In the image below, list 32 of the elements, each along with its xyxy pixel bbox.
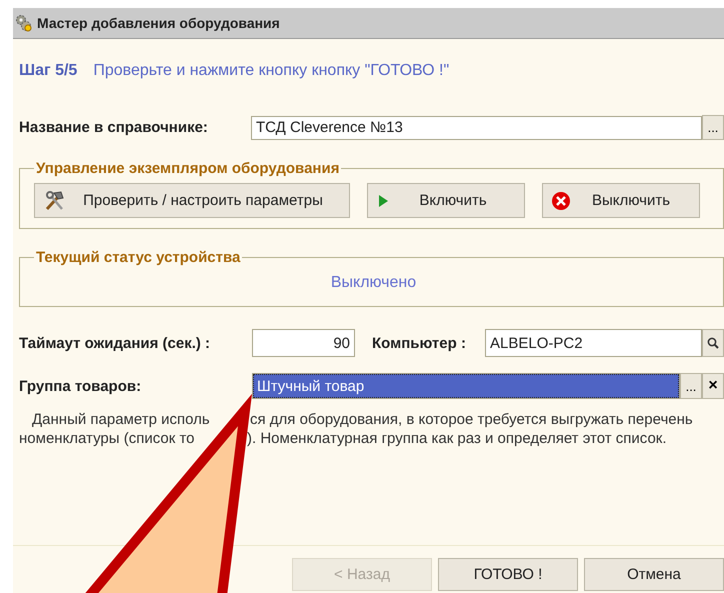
field-label: Группа товаров: (19, 378, 142, 394)
status-value: Выключено (330, 273, 418, 293)
group-title: Текущий статус устройства (35, 249, 242, 266)
description-text: Данный параметр исполь (32, 410, 211, 429)
field-label: Название в справочнике: (19, 119, 209, 136)
tools-icon (43, 190, 65, 212)
search-icon (707, 337, 719, 349)
select-button[interactable]: ... (702, 115, 724, 140)
dialog-button[interactable]: ГОТОВО ! (438, 558, 578, 591)
stop-icon (551, 190, 571, 210)
gears-icon (15, 14, 33, 32)
field-label: Компьютер : (372, 334, 467, 352)
step-label: Шаг 5/5 (19, 62, 78, 80)
computer-field[interactable]: ALBELO-PC2 (485, 329, 702, 357)
search-button[interactable] (702, 329, 724, 357)
description-text: ся для оборудования, в которое требуется выгружать перечень (250, 410, 693, 429)
step-instruction: Проверьте и нажмите кнопку кнопку "ГОТОВО !" (93, 62, 450, 80)
clear-button[interactable]: × (702, 373, 724, 399)
select-button[interactable]: ... (680, 373, 702, 399)
dialog-button[interactable]: Отмена (584, 558, 724, 591)
timeout-field[interactable]: 90 (252, 329, 355, 357)
description-text: ). Номенклатурная группа как раз и определяет этот список. (247, 429, 667, 448)
action-button[interactable]: Включить (367, 183, 525, 218)
field-label: Таймаут ожидания (сек.) : (19, 334, 212, 352)
action-button[interactable]: Выключить (542, 183, 700, 218)
window-title: Мастер добавления оборудования (37, 15, 280, 31)
action-button[interactable]: Проверить / настроить параметры (34, 183, 350, 218)
group-title: Управление экземпляром оборудования (35, 160, 340, 177)
description-text: номенклатуры (список то (19, 429, 196, 448)
name-field[interactable]: ТСД Cleverence №13 (251, 116, 702, 140)
play-icon (376, 192, 390, 208)
goods-group-field[interactable]: Штучный товар (252, 373, 680, 399)
